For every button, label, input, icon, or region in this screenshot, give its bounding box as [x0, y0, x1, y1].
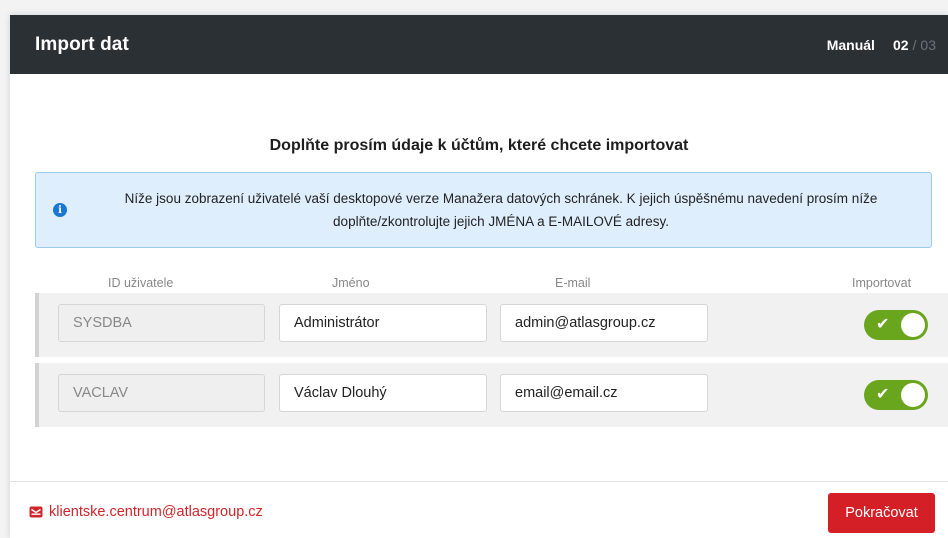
page-heading: Doplňte prosím údaje k účtům, které chce… — [269, 137, 689, 154]
import-dialog: Import dat Manuál 02/03 Doplňte prosím ú… — [10, 15, 948, 538]
dialog-footer: klientske.centrum@atlasgroup.cz Pokračov… — [10, 481, 948, 538]
envelope-icon — [29, 506, 43, 518]
column-header-name: Jméno — [332, 276, 370, 290]
manual-link[interactable]: Manuál — [827, 37, 875, 53]
name-input[interactable]: Administrátor — [279, 304, 487, 342]
step-indicator: 02/03 — [893, 37, 936, 53]
toggle-knob — [901, 383, 925, 407]
column-header-import: Importovat — [852, 276, 912, 290]
info-text: Níže jsou zobrazení uživatelé vaší deskt… — [124, 191, 878, 229]
toggle-knob — [901, 313, 925, 337]
info-box: i Níže jsou zobrazení uživatelé vaší des… — [35, 172, 932, 248]
user-id-field: VACLAV — [58, 374, 265, 412]
header-right: Manuál 02/03 — [827, 37, 936, 53]
step-total: 03 — [920, 36, 936, 53]
name-input[interactable]: Václav Dlouhý — [279, 374, 487, 412]
email-input[interactable]: email@email.cz — [500, 374, 708, 412]
email-input[interactable]: admin@atlasgroup.cz — [500, 304, 708, 342]
import-toggle[interactable]: ✔ — [864, 380, 928, 410]
step-current: 02 — [892, 36, 909, 53]
info-icon: i — [53, 203, 67, 217]
step-separator: / — [912, 36, 917, 53]
column-header-email: E-mail — [555, 276, 591, 290]
table-row: SYSDBA Administrátor admin@atlasgroup.cz… — [35, 293, 948, 357]
user-id-field: SYSDBA — [58, 304, 265, 342]
import-toggle[interactable]: ✔ — [864, 310, 928, 340]
dialog-title: Import dat — [35, 33, 129, 55]
continue-button[interactable]: Pokračovat — [828, 493, 935, 533]
table-row: VACLAV Václav Dlouhý email@email.cz ✔ — [35, 363, 948, 427]
dialog-header: Import dat Manuál 02/03 — [10, 15, 948, 74]
column-header-id: ID uživatele — [108, 276, 174, 290]
check-icon: ✔ — [876, 316, 890, 333]
support-email-link[interactable]: klientske.centrum@atlasgroup.cz — [29, 504, 263, 520]
check-icon: ✔ — [876, 386, 890, 403]
support-email-text: klientske.centrum@atlasgroup.cz — [49, 504, 263, 520]
